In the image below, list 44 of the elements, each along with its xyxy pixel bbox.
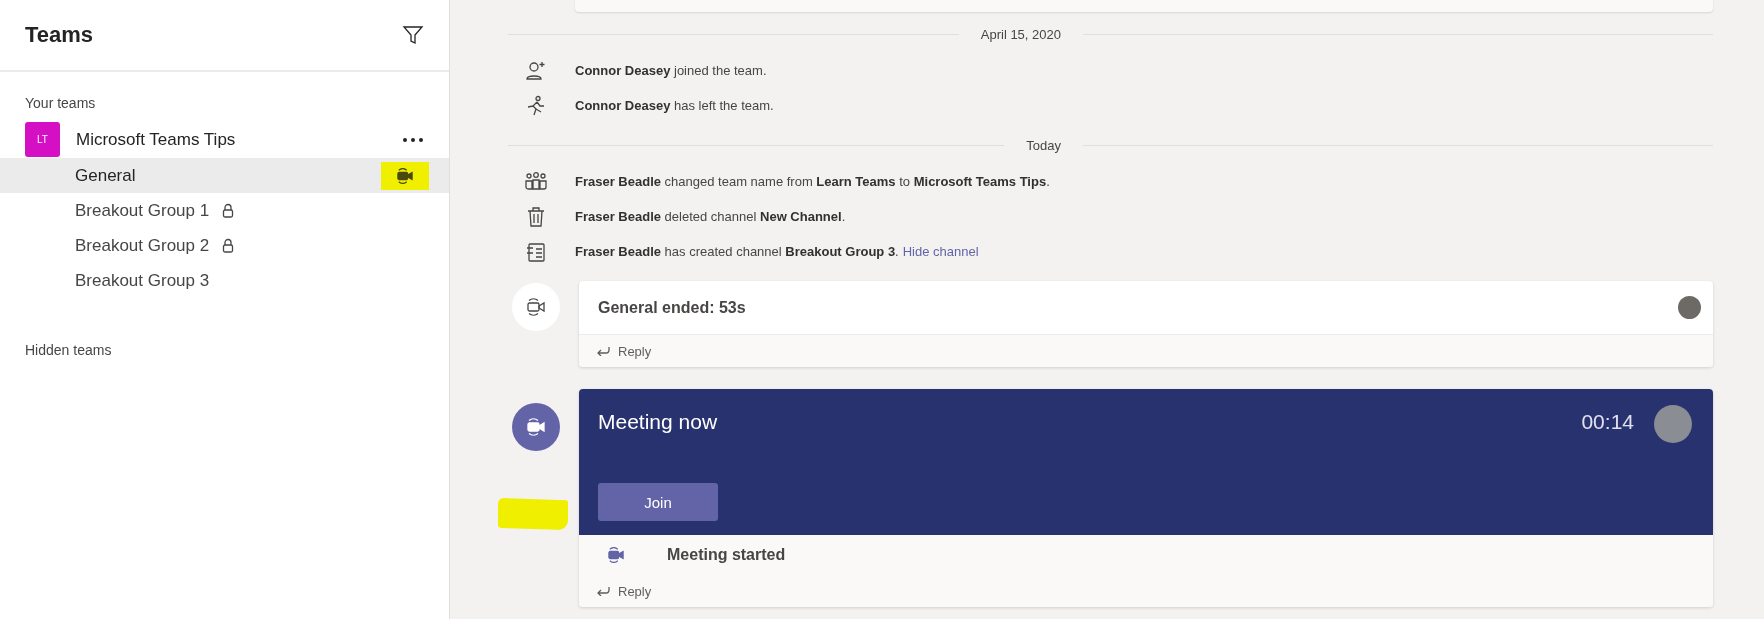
section-label: Hidden teams: [24, 342, 113, 358]
team-name[interactable]: Microsoft Teams Tips: [76, 129, 236, 150]
list-icon: [525, 240, 547, 263]
video-camera-icon: [525, 298, 547, 316]
team-avatar: LT: [25, 122, 60, 157]
highlighter-mark: [498, 497, 568, 531]
activity-message: Fraser Beadle deleted channel New Channel.: [575, 209, 846, 224]
video-camera-icon: [525, 418, 547, 436]
activity-message: Connor Deasey has left the team.: [575, 98, 774, 113]
channel-item[interactable]: Breakout Group 3: [0, 263, 449, 298]
meeting-status: Meeting started: [667, 546, 786, 564]
meeting-timer: 00:14: [1581, 410, 1634, 434]
date-divider-label: April 15, 2020: [979, 26, 1062, 42]
date-divider-label: Today: [1025, 137, 1062, 153]
section-label: Your teams: [24, 95, 97, 111]
reply-button[interactable]: Reply: [596, 583, 652, 599]
avatar: [1654, 405, 1692, 443]
reply-arrow-icon: [596, 586, 610, 596]
channel-item[interactable]: Breakout Group 1: [0, 193, 449, 228]
channel-name: Breakout Group 2: [75, 235, 210, 256]
activity-message: Fraser Beadle has created channel Breakout Group 3.: [575, 244, 899, 259]
video-camera-icon: [605, 547, 627, 563]
channel-name: General: [75, 165, 136, 186]
card-title: General ended: 53s: [598, 298, 746, 317]
running-person-icon: [525, 94, 547, 117]
trash-icon: [525, 205, 547, 228]
sidebar-title: Teams: [25, 22, 94, 48]
channel-item[interactable]: General: [0, 158, 449, 193]
people-group-icon: [525, 170, 547, 193]
activity-message: Connor Deasey joined the team.: [575, 63, 767, 78]
hide-channel-link[interactable]: Hide channel: [902, 244, 979, 259]
filter-icon[interactable]: [402, 24, 424, 46]
reply-button[interactable]: Reply: [596, 343, 652, 359]
channel-name: Breakout Group 3: [75, 270, 210, 291]
more-options-icon[interactable]: [402, 136, 424, 143]
person-add-icon: [525, 59, 547, 82]
activity-message: Fraser Beadle changed team name from Learn Teams to Microsoft Teams Tips.: [575, 174, 1050, 189]
video-camera-icon: [395, 167, 415, 184]
meeting-title: Meeting now: [598, 410, 718, 434]
reply-arrow-icon: [596, 346, 610, 356]
join-button[interactable]: Join: [598, 483, 718, 521]
channel-name: Breakout Group 1: [75, 200, 210, 221]
channel-item[interactable]: Breakout Group 2: [0, 228, 449, 263]
avatar: [1678, 296, 1701, 319]
